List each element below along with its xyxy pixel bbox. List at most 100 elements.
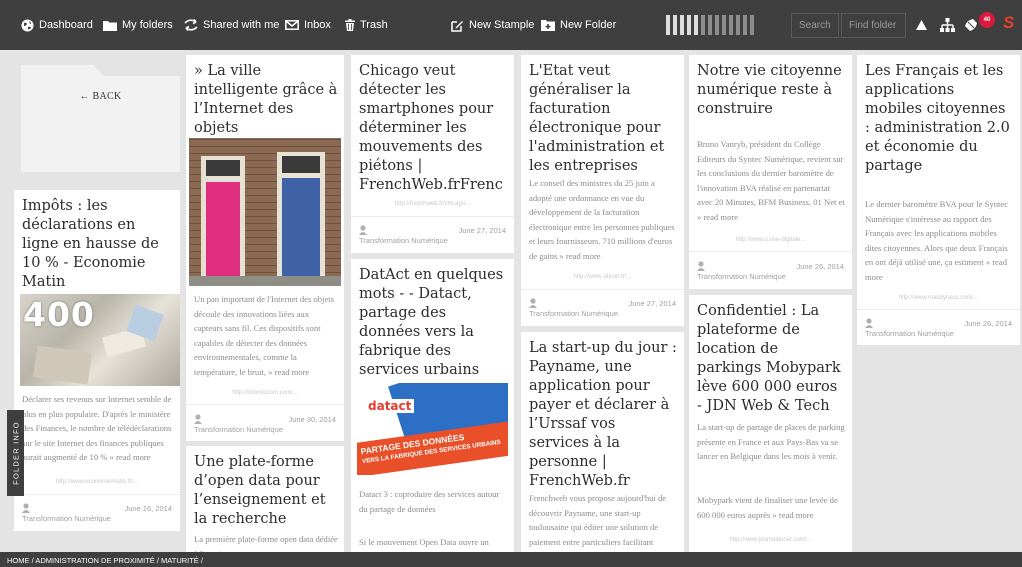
card-url[interactable]: http://www.silicon.fr/...	[531, 274, 674, 283]
triangle-up-icon[interactable]	[916, 0, 927, 50]
find-folder-placeholder: Find folder	[849, 20, 897, 31]
back-folder-card[interactable]: ← BACK	[21, 65, 180, 172]
card-footer: June 26, 2014 Transformation Numérique	[689, 258, 852, 286]
nav-dashboard[interactable]: Dashboard	[21, 0, 93, 50]
card-date: June 27, 2014	[628, 299, 676, 308]
user-icon	[865, 318, 873, 328]
card-footer: June 27, 2014 Transformation Numérique	[521, 295, 684, 323]
new-folder-button[interactable]: New Folder	[541, 0, 616, 50]
card-url[interactable]: http://frenchweb.fr/chicago...	[361, 201, 504, 210]
card-tag[interactable]: Transformation Numérique	[529, 309, 618, 318]
user-icon	[22, 503, 30, 513]
new-folder-icon	[541, 20, 555, 31]
card-excerpt: Déclarer ses revenus sur Internet semble…	[22, 394, 172, 462]
card-title: Les Français et les applications mobiles…	[865, 63, 1010, 174]
nav-trash[interactable]: Trash	[345, 0, 388, 50]
card-excerpt-2: Mobypark vient de finaliser une levée de…	[697, 495, 838, 520]
folder-icon	[103, 20, 117, 31]
card-separator	[14, 494, 180, 495]
nav-shared-with-me[interactable]: Shared with me	[184, 0, 279, 50]
nav-inbox-label: Inbox	[304, 19, 331, 31]
card-tag[interactable]: Transformation Numérique	[22, 514, 111, 523]
card-footer: June 30, 2014 Transformation Numérique	[186, 411, 344, 439]
trash-icon	[345, 19, 355, 31]
card-excerpt: Un pan important de l'Internet des objet…	[194, 294, 334, 377]
breadcrumb-path[interactable]: HOME / ADMINISTRATION DE PROXIMITÉ / MAT…	[7, 556, 203, 565]
card-impots[interactable]: Impôts : les déclarations en ligne en ha…	[14, 190, 180, 531]
card-image	[189, 138, 341, 286]
notification-badge: 40	[979, 12, 995, 28]
card-date: June 16, 2014	[124, 504, 172, 513]
card-title: DatAct en quelques mots - - Datact, part…	[359, 267, 504, 378]
back-button-label: ← BACK	[79, 91, 122, 102]
notifications-icon[interactable]	[964, 0, 978, 50]
card-title: Impôts : les déclarations en ligne en ha…	[22, 198, 159, 290]
card-tag[interactable]: Transformation Numérique	[194, 425, 283, 434]
top-bar: Dashboard My folders Shared with me Inbo…	[0, 0, 1022, 50]
card-url[interactable]: http://infonitocom.com/...	[196, 390, 334, 399]
card-url[interactable]: http://www.maddyness.com/...	[867, 295, 1010, 304]
card-footer: June 16, 2014 Transformation Numérique	[14, 500, 180, 528]
card-datact[interactable]: DatAct en quelques mots - - Datact, part…	[351, 259, 514, 552]
user-icon	[529, 298, 537, 308]
card-title: L'Etat veut généraliser la facturation é…	[529, 63, 665, 174]
card-tag[interactable]: Transformation Numérique	[359, 236, 448, 245]
card-separator	[186, 404, 344, 405]
card-applications-citoyennes[interactable]: Les Français et les applications mobiles…	[857, 55, 1020, 345]
new-stample-label: New Stample	[469, 19, 535, 31]
nav-trash-label: Trash	[360, 19, 388, 31]
image-caption: 400	[23, 295, 95, 334]
nav-my-folders-label: My folders	[122, 19, 173, 31]
card-facturation[interactable]: L'Etat veut généraliser la facturation é…	[521, 55, 684, 326]
envelope-icon	[285, 20, 299, 30]
card-excerpt: Datact 3 : coproduire des services autou…	[359, 489, 500, 514]
card-title: Confidentiel : La plateforme de location…	[697, 303, 841, 414]
card-title: » La ville intelligente grâce à l’Intern…	[194, 63, 338, 136]
nav-shared-with-me-label: Shared with me	[203, 19, 280, 31]
card-excerpt: Frenchweb vous propose aujourd'hui de dé…	[529, 493, 667, 547]
card-image: datact PARTAGE DES DONNÉES VERS LA FABRI…	[357, 383, 508, 475]
globe-icon	[21, 19, 34, 31]
card-chicago[interactable]: Chicago veut détecter les smartphones po…	[351, 55, 514, 253]
card-date: June 30, 2014	[288, 415, 336, 424]
card-excerpt: Le conseil des ministres du 25 juin a ad…	[529, 178, 675, 261]
stamp-bar-indicator[interactable]	[666, 15, 754, 35]
card-image: 400	[20, 294, 180, 386]
card-separator	[351, 216, 514, 217]
card-excerpt: La première plate-forme open data dédiée…	[194, 534, 338, 552]
card-footer: June 27, 2014 Transformation Numérique	[351, 222, 514, 250]
card-separator	[857, 309, 1020, 310]
card-excerpt: La start-up de partage de places de park…	[697, 422, 845, 461]
card-excerpt: Le dernier baromètre BVA pour le Syntec …	[865, 199, 1009, 282]
nav-my-folders[interactable]: My folders	[103, 0, 173, 50]
card-vie-citoyenne[interactable]: Notre vie citoyenne numérique reste à co…	[689, 55, 852, 289]
card-url[interactable]: http://www.economiematin.fr/...	[24, 479, 170, 488]
card-tag[interactable]: Transformation Numérique	[865, 329, 954, 338]
new-stample-button[interactable]: New Stample	[451, 0, 534, 50]
folder-shape-icon	[21, 65, 180, 172]
card-payname[interactable]: La start-up du jour : Payname, une appli…	[521, 332, 684, 552]
folder-info-tab[interactable]: FOLDER INFO	[7, 410, 24, 496]
card-title: La start-up du jour : Payname, une appli…	[529, 340, 677, 489]
share-icon	[184, 19, 198, 31]
card-url[interactable]: http://www.journaldunet.com/...	[699, 537, 842, 546]
new-folder-label: New Folder	[560, 19, 617, 31]
nav-inbox[interactable]: Inbox	[285, 0, 331, 50]
search-input[interactable]: Search	[791, 13, 839, 38]
card-date: June 27, 2014	[458, 226, 506, 235]
card-url[interactable]: http://www.usine-digitale...	[699, 237, 842, 246]
card-open-data[interactable]: Une plate-forme d’open data pour l’ensei…	[186, 446, 344, 552]
search-placeholder: Search	[799, 20, 831, 31]
find-folder-input[interactable]: Find folder	[841, 13, 906, 38]
sitemap-icon[interactable]	[940, 0, 955, 50]
card-title: Chicago veut détecter les smartphones po…	[359, 63, 503, 193]
card-date: June 26, 2014	[796, 262, 844, 271]
card-footer: June 26, 2014 Transformation Numérique	[857, 315, 1020, 343]
card-mobypark[interactable]: Confidentiel : La plateforme de location…	[689, 295, 852, 552]
card-title: Notre vie citoyenne numérique reste à co…	[697, 63, 842, 117]
card-ville-intelligente[interactable]: » La ville intelligente grâce à l’Intern…	[186, 55, 344, 441]
brand-logo[interactable]: S	[1003, 13, 1014, 33]
user-icon	[359, 225, 367, 235]
card-tag[interactable]: Transformation Numérique	[697, 272, 786, 281]
pencil-square-icon	[451, 20, 463, 32]
